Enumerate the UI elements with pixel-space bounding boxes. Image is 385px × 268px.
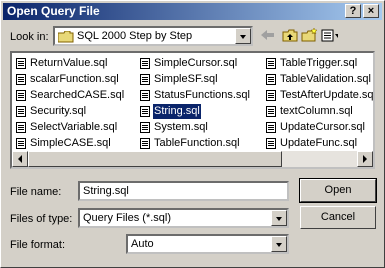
file-type-combo[interactable]: Query Files (*.sql) — [78, 208, 289, 228]
file-list[interactable]: ReturnValue.sql scalarFunction.sql Searc… — [10, 51, 375, 169]
up-folder-icon[interactable] — [282, 28, 299, 43]
sql-file-icon — [266, 106, 276, 117]
new-folder-icon[interactable] — [301, 28, 318, 43]
sql-file-icon — [266, 90, 276, 101]
open-query-file-dialog: Open Query File ? × Look in: SQL 2000 St… — [0, 0, 385, 268]
file-format-combo[interactable]: Auto — [126, 234, 289, 254]
sql-file-icon — [140, 122, 150, 133]
sql-file-icon — [140, 58, 150, 69]
title-bar[interactable]: Open Query File ? × — [3, 3, 382, 20]
arrow-left-icon — [18, 155, 22, 163]
file-name-input[interactable]: String.sql — [78, 181, 289, 201]
file-name-label: File name: — [10, 186, 62, 198]
folder-icon — [58, 31, 74, 43]
look-in-value: SQL 2000 Step by Step — [77, 30, 193, 42]
look-in-combo[interactable]: SQL 2000 Step by Step — [53, 26, 253, 46]
open-button[interactable]: Open — [299, 178, 377, 203]
sql-file-icon — [16, 58, 26, 69]
file-format-label: File format: — [10, 239, 66, 251]
back-icon[interactable] — [259, 28, 276, 43]
view-menu-icon[interactable] — [321, 28, 338, 43]
sql-file-icon — [140, 74, 150, 85]
help-button[interactable]: ? — [345, 4, 361, 18]
close-button[interactable]: × — [363, 4, 379, 18]
sql-file-icon — [266, 74, 276, 85]
file-format-dropdown-button[interactable] — [271, 236, 287, 252]
sql-file-icon — [140, 138, 150, 149]
look-in-label: Look in: — [10, 31, 49, 43]
sql-file-icon — [16, 106, 26, 117]
sql-file-icon — [266, 58, 276, 69]
file-format-value: Auto — [131, 238, 154, 250]
scroll-thumb[interactable] — [28, 151, 282, 167]
sql-file-icon — [140, 106, 150, 117]
arrow-right-icon — [363, 155, 367, 163]
sql-file-icon — [266, 122, 276, 133]
cancel-button[interactable]: Cancel — [300, 206, 376, 229]
sql-file-icon — [16, 138, 26, 149]
file-name-value: String.sql — [83, 185, 129, 197]
window-title: Open Query File — [7, 4, 100, 18]
sql-file-icon — [16, 74, 26, 85]
sql-file-icon — [140, 90, 150, 101]
look-in-dropdown-button[interactable] — [235, 28, 251, 44]
scroll-left-button[interactable] — [12, 151, 28, 167]
sql-file-icon — [266, 138, 276, 149]
scroll-right-button[interactable] — [357, 151, 373, 167]
file-type-label: Files of type: — [10, 213, 73, 225]
file-type-value: Query Files (*.sql) — [83, 212, 172, 224]
sql-file-icon — [16, 122, 26, 133]
file-type-dropdown-button[interactable] — [271, 210, 287, 226]
sql-file-icon — [16, 90, 26, 101]
horizontal-scrollbar[interactable] — [12, 151, 373, 167]
